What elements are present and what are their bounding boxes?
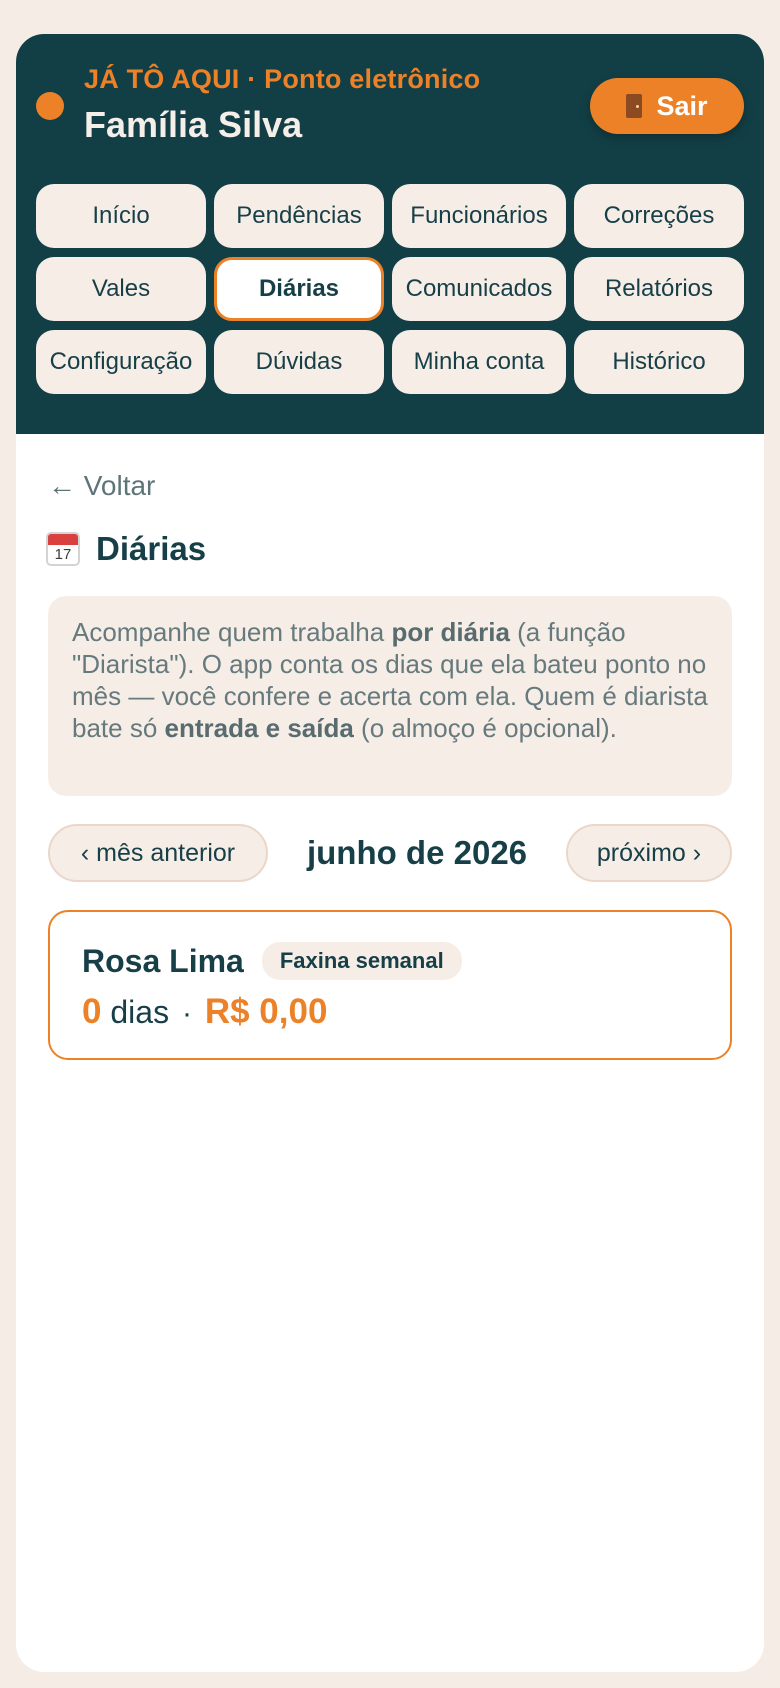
nav-diarias[interactable]: Diárias (214, 257, 384, 321)
nav-duvidas[interactable]: Dúvidas (214, 330, 384, 394)
nav-comunicados[interactable]: Comunicados (392, 257, 566, 321)
door-icon (626, 94, 643, 118)
info-text-1: Acompanhe quem trabalha (72, 617, 392, 647)
main-nav: Início Pendências Funcionários Correções… (36, 184, 744, 394)
brand-title: JÁ TÔ AQUI · Ponto eletrônico (84, 64, 481, 94)
current-month: junho de 2026 (306, 834, 528, 871)
family-name: Família Silva (84, 104, 303, 145)
worker-header: Rosa Lima Faxina semanal (82, 942, 698, 980)
page-title-row: 17 Diárias (46, 530, 206, 568)
worker-card[interactable]: Rosa Lima Faxina semanal 0 dias · R$ 0,0… (48, 910, 732, 1060)
nav-relatorios[interactable]: Relatórios (574, 257, 744, 321)
app-header: JÁ TÔ AQUI · Ponto eletrônico Família Si… (16, 34, 764, 434)
nav-pendencias[interactable]: Pendências (214, 184, 384, 248)
info-bold-1: por diária (391, 617, 510, 647)
page-title: Diárias (96, 530, 207, 567)
month-navigator: ‹ mês anterior junho de 2026 próximo › (48, 824, 732, 882)
status-dot (36, 92, 64, 120)
calendar-day: 17 (54, 546, 72, 563)
worker-amount: R$ 0,00 (204, 992, 328, 1031)
nav-configuracao[interactable]: Configuração (36, 330, 206, 394)
info-text-3: (o almoço é opcional). (353, 713, 617, 743)
nav-minha-conta[interactable]: Minha conta (392, 330, 566, 394)
app-card: JÁ TÔ AQUI · Ponto eletrônico Família Si… (16, 34, 764, 1672)
worker-name: Rosa Lima (82, 942, 244, 979)
nav-historico[interactable]: Histórico (574, 330, 744, 394)
worker-tag: Faxina semanal (261, 942, 462, 980)
nav-funcionarios[interactable]: Funcionários (392, 184, 566, 248)
calendar-icon: 17 (46, 532, 80, 566)
info-box: Acompanhe quem trabalha por diária (a fu… (48, 596, 732, 796)
worker-days-unit: dias (110, 994, 170, 1030)
next-month-button[interactable]: próximo › (566, 824, 732, 882)
info-bold-2: entrada e saída (164, 713, 354, 743)
nav-vales[interactable]: Vales (36, 257, 206, 321)
nav-correcoes[interactable]: Correções (574, 184, 744, 248)
logout-label: Sair (656, 90, 708, 121)
logout-button[interactable]: Sair (590, 78, 744, 134)
worker-stats: 0 dias · R$ 0,00 (82, 992, 698, 1032)
previous-month-button[interactable]: ‹ mês anterior (48, 824, 268, 882)
worker-days: 0 (82, 992, 102, 1031)
stats-separator: · (181, 997, 192, 1030)
nav-inicio[interactable]: Início (36, 184, 206, 248)
back-link[interactable]: ← Voltar (48, 470, 155, 502)
